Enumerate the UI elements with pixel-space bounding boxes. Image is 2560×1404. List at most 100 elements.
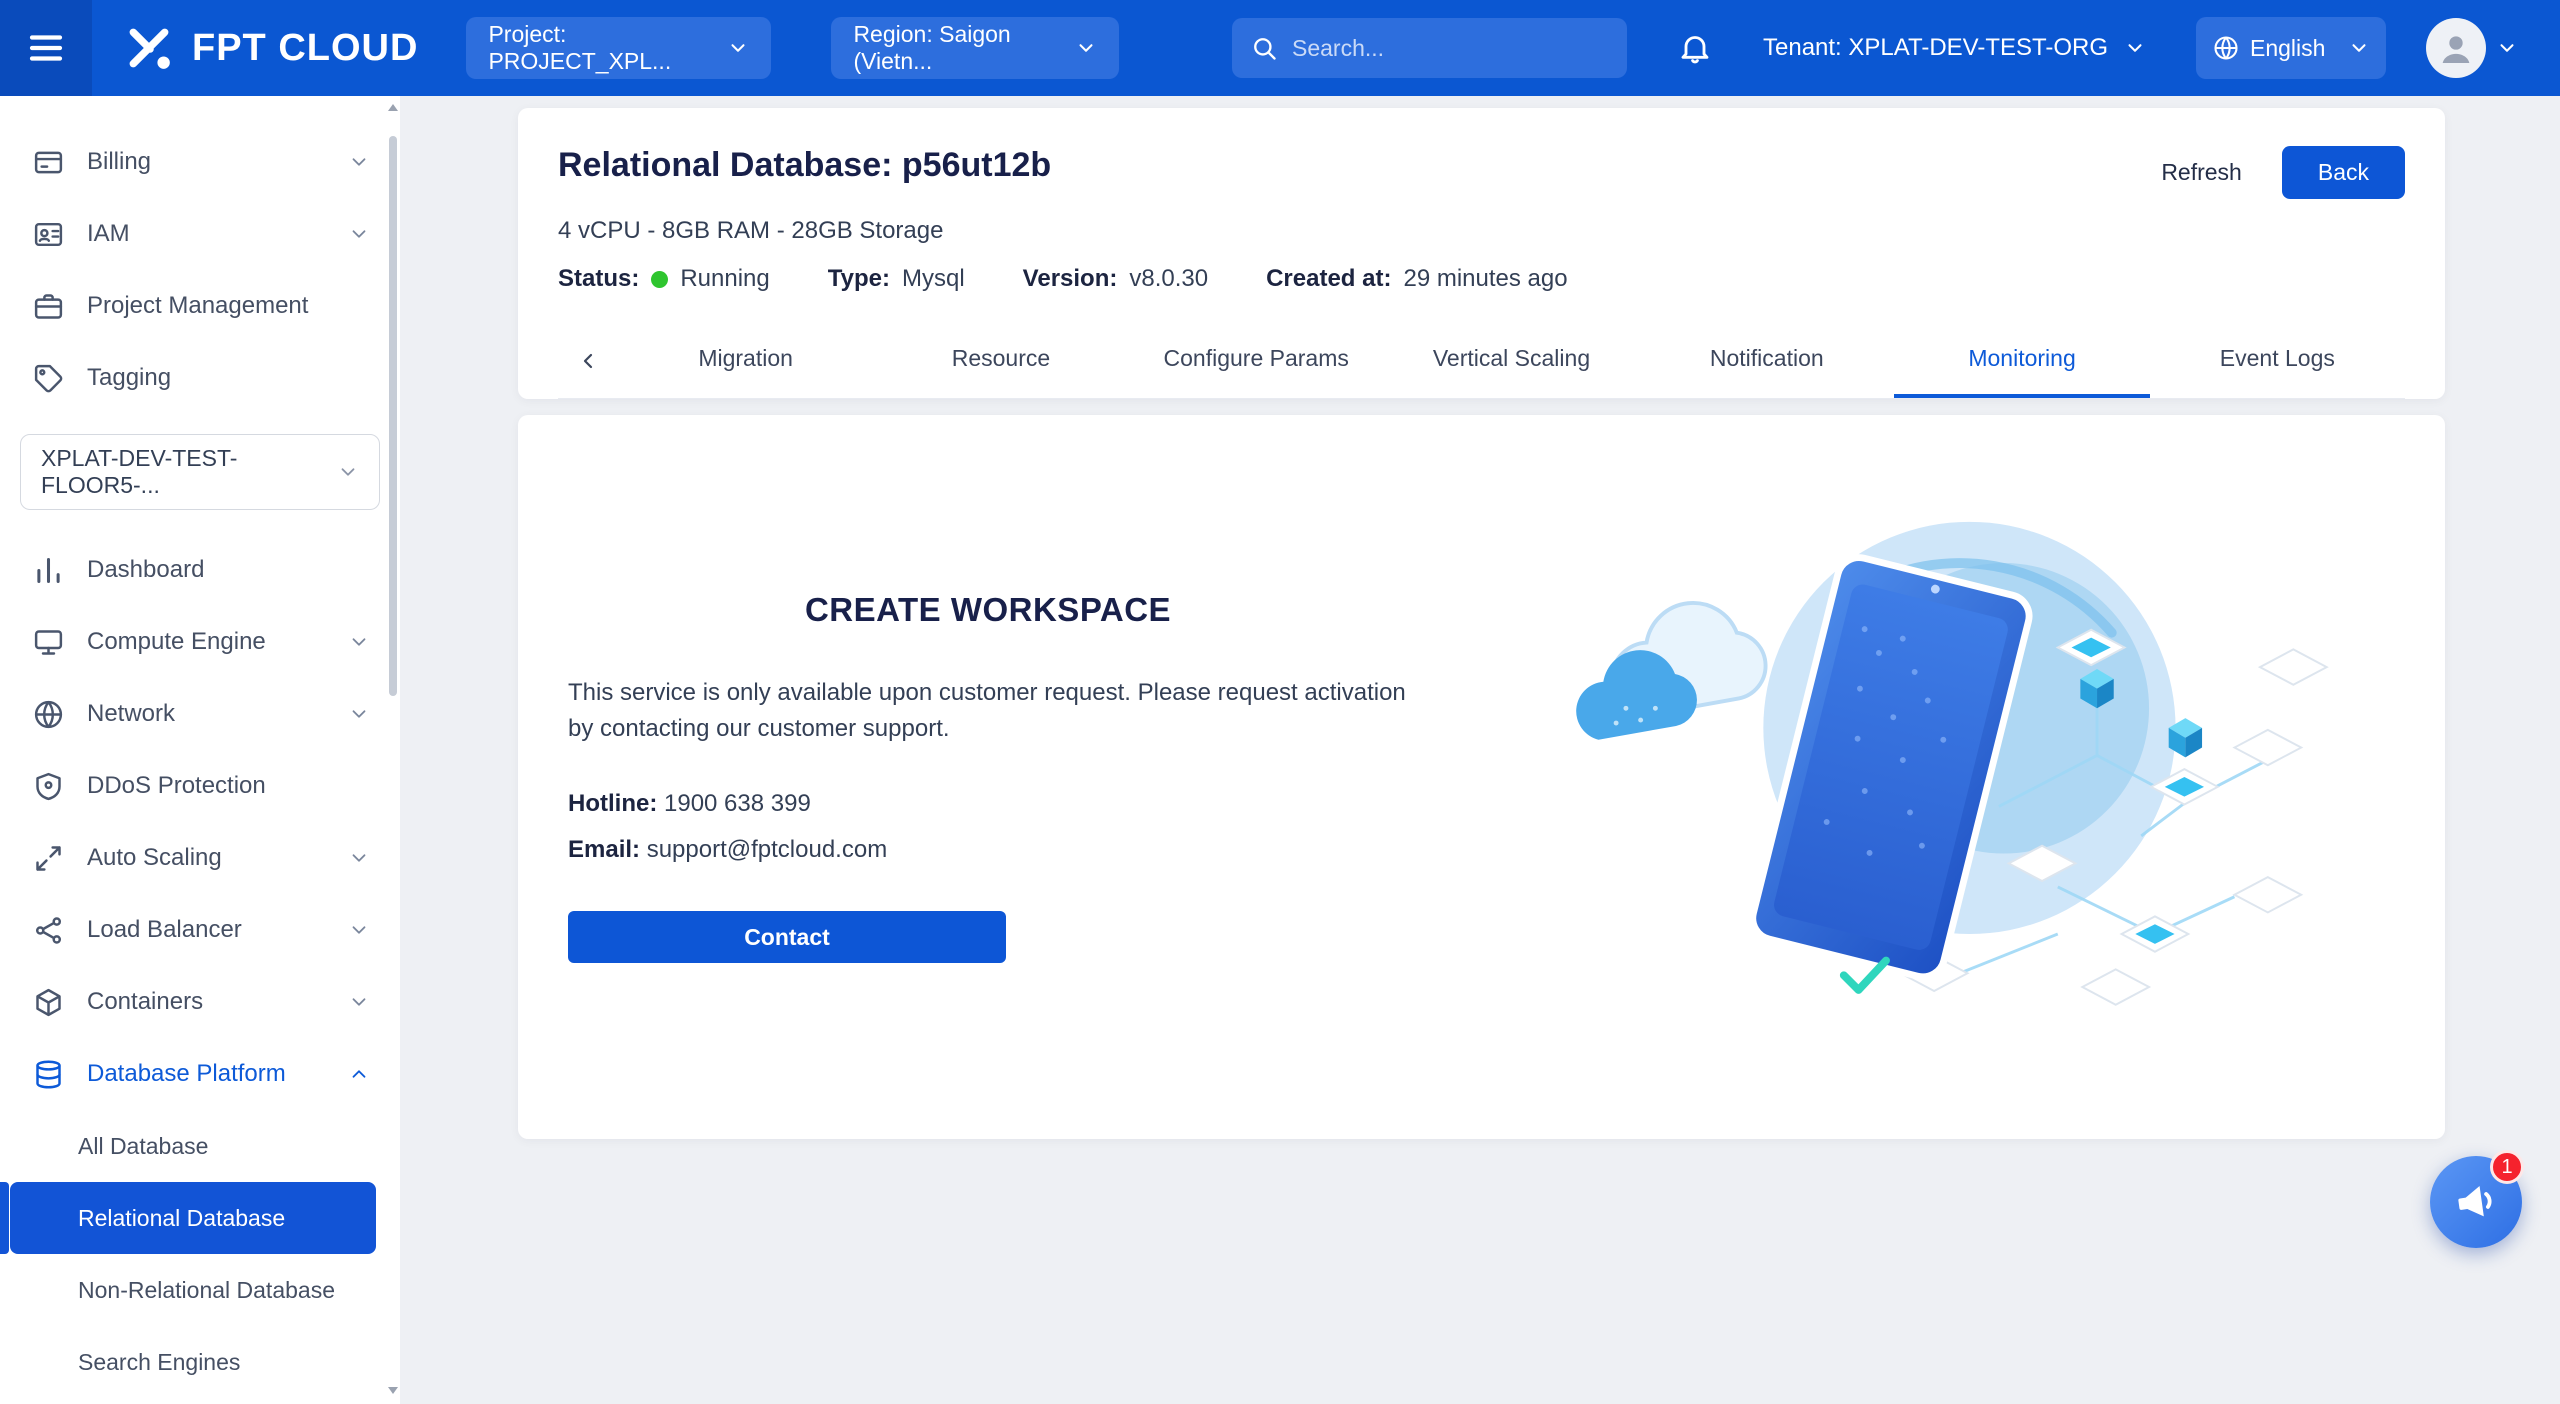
search-input[interactable] bbox=[1292, 35, 1609, 62]
hotline-line: Hotline: 1900 638 399 bbox=[568, 785, 1408, 823]
sidebar-item-search-engines[interactable]: Search Engines bbox=[10, 1326, 376, 1398]
chevron-down-icon bbox=[348, 631, 370, 653]
announcements-fab[interactable]: 1 bbox=[2430, 1156, 2522, 1248]
status-dot-icon bbox=[651, 271, 668, 288]
search-icon bbox=[1250, 34, 1278, 62]
sidebar-item-relational-database[interactable]: Relational Database bbox=[10, 1182, 376, 1254]
sidebar-item-label: Billing bbox=[87, 148, 151, 176]
sidebar-item-all-database[interactable]: All Database bbox=[10, 1110, 376, 1182]
region-dropdown[interactable]: Region: Saigon (Vietn... bbox=[831, 17, 1119, 79]
sidebar-item-billing[interactable]: Billing bbox=[0, 126, 400, 198]
sidebar-item-auto-scaling[interactable]: Auto Scaling bbox=[0, 822, 400, 894]
iam-icon bbox=[32, 218, 65, 251]
tab-vertical-scaling[interactable]: Vertical Scaling bbox=[1384, 323, 1639, 398]
chevron-down-icon bbox=[348, 703, 370, 725]
workspace-select-value: XPLAT-DEV-TEST-FLOOR5-... bbox=[41, 445, 337, 499]
status-label: Status: bbox=[558, 265, 639, 293]
version-label: Version: bbox=[1023, 265, 1118, 293]
sidebar-item-label: Compute Engine bbox=[87, 628, 266, 656]
tab-configure-params[interactable]: Configure Params bbox=[1129, 323, 1384, 398]
chevron-down-icon bbox=[2124, 37, 2146, 59]
dashboard-icon bbox=[32, 554, 65, 587]
scroll-down-icon[interactable] bbox=[387, 1384, 399, 1398]
tab-monitoring[interactable]: Monitoring bbox=[1894, 323, 2149, 398]
sidebar-item-ddos-protection[interactable]: DDoS Protection bbox=[0, 750, 400, 822]
sidebar-item-project-management[interactable]: Project Management bbox=[0, 270, 400, 342]
workspace-description: This service is only available upon cust… bbox=[568, 675, 1408, 747]
tab-migration[interactable]: Migration bbox=[618, 323, 873, 398]
type-field: Type: Mysql bbox=[828, 265, 965, 293]
chevron-up-icon bbox=[348, 1063, 370, 1085]
fpt-cloud-logo[interactable]: FPT CLOUD bbox=[122, 21, 418, 75]
sidebar-item-containers[interactable]: Containers bbox=[0, 966, 400, 1038]
sidebar-item-label: Load Balancer bbox=[87, 916, 242, 944]
instance-specs: 4 vCPU - 8GB RAM - 28GB Storage bbox=[558, 217, 2405, 245]
hotline-label: Hotline: bbox=[568, 790, 657, 817]
detail-tabs: Migration Resource Configure Params Vert… bbox=[558, 323, 2405, 399]
workspace-illustration bbox=[1545, 512, 2335, 1042]
sidebar-item-non-relational-database[interactable]: Non-Relational Database bbox=[10, 1254, 376, 1326]
tab-event-logs[interactable]: Event Logs bbox=[2150, 323, 2405, 398]
chevron-down-icon bbox=[337, 461, 359, 483]
sidebar-item-label: Project Management bbox=[87, 292, 308, 320]
project-dropdown-label: Project: PROJECT_XPL... bbox=[488, 21, 711, 75]
tenant-dropdown[interactable]: Tenant: XPLAT-DEV-TEST-ORG bbox=[1763, 34, 2146, 62]
sidebar-item-label: Database Platform bbox=[87, 1060, 286, 1088]
contact-button[interactable]: Contact bbox=[568, 911, 1006, 963]
database-icon bbox=[32, 1058, 65, 1091]
chevron-down-icon bbox=[1075, 37, 1097, 59]
sidebar-item-network[interactable]: Network bbox=[0, 678, 400, 750]
main-content: Relational Database: p56ut12b Refresh Ba… bbox=[400, 96, 2560, 1404]
project-management-icon bbox=[32, 290, 65, 323]
sidebar-item-database-platform[interactable]: Database Platform bbox=[0, 1038, 400, 1110]
refresh-button[interactable]: Refresh bbox=[2161, 159, 2242, 186]
notification-badge: 1 bbox=[2490, 1150, 2524, 1184]
monitoring-panel: CREATE WORKSPACE This service is only av… bbox=[518, 415, 2445, 1139]
sidebar-item-tagging[interactable]: Tagging bbox=[0, 342, 400, 414]
chevron-down-icon bbox=[348, 151, 370, 173]
sidebar-item-iam[interactable]: IAM bbox=[0, 198, 400, 270]
topbar: FPT CLOUD Project: PROJECT_XPL... Region… bbox=[0, 0, 2560, 96]
sidebar-item-compute-engine[interactable]: Compute Engine bbox=[0, 606, 400, 678]
chevron-down-icon bbox=[348, 919, 370, 941]
version-field: Version: v8.0.30 bbox=[1023, 265, 1208, 293]
chevron-down-icon bbox=[2348, 37, 2370, 59]
scroll-up-icon[interactable] bbox=[387, 102, 399, 116]
menu-icon[interactable] bbox=[0, 0, 92, 96]
back-button[interactable]: Back bbox=[2282, 146, 2405, 199]
create-workspace-block: CREATE WORKSPACE This service is only av… bbox=[568, 591, 1408, 963]
created-at-label: Created at: bbox=[1266, 265, 1391, 293]
created-at-value: 29 minutes ago bbox=[1403, 265, 1567, 293]
sidebar-item-label: Dashboard bbox=[87, 556, 204, 584]
type-value: Mysql bbox=[902, 265, 965, 293]
bell-icon[interactable] bbox=[1677, 30, 1713, 66]
containers-icon bbox=[32, 986, 65, 1019]
user-menu[interactable] bbox=[2426, 18, 2518, 78]
chevron-down-icon bbox=[348, 847, 370, 869]
chevron-down-icon bbox=[727, 37, 749, 59]
sidebar-scrollbar-thumb[interactable] bbox=[389, 136, 397, 696]
status-value: Running bbox=[680, 265, 769, 293]
sidebar-item-dashboard[interactable]: Dashboard bbox=[0, 534, 400, 606]
tabs-scroll-left-button[interactable] bbox=[558, 323, 618, 398]
tab-notification[interactable]: Notification bbox=[1639, 323, 1894, 398]
tab-resource[interactable]: Resource bbox=[873, 323, 1128, 398]
sidebar-item-label: Search Engines bbox=[78, 1349, 240, 1376]
version-value: v8.0.30 bbox=[1129, 265, 1208, 293]
sidebar-item-label: Auto Scaling bbox=[87, 844, 222, 872]
region-dropdown-label: Region: Saigon (Vietn... bbox=[853, 21, 1059, 75]
compute-engine-icon bbox=[32, 626, 65, 659]
language-dropdown[interactable]: English bbox=[2196, 17, 2386, 79]
sidebar-item-label: All Database bbox=[78, 1133, 208, 1160]
page-title: Relational Database: p56ut12b bbox=[558, 146, 1051, 185]
shield-icon bbox=[32, 770, 65, 803]
chevron-down-icon bbox=[348, 991, 370, 1013]
sidebar-item-label: IAM bbox=[87, 220, 130, 248]
billing-icon bbox=[32, 146, 65, 179]
sidebar: Billing IAM Project Management Tagging X… bbox=[0, 96, 400, 1404]
network-icon bbox=[32, 698, 65, 731]
workspace-select[interactable]: XPLAT-DEV-TEST-FLOOR5-... bbox=[20, 434, 380, 510]
active-item-indicator bbox=[0, 1182, 9, 1254]
sidebar-item-load-balancer[interactable]: Load Balancer bbox=[0, 894, 400, 966]
project-dropdown[interactable]: Project: PROJECT_XPL... bbox=[466, 17, 771, 79]
